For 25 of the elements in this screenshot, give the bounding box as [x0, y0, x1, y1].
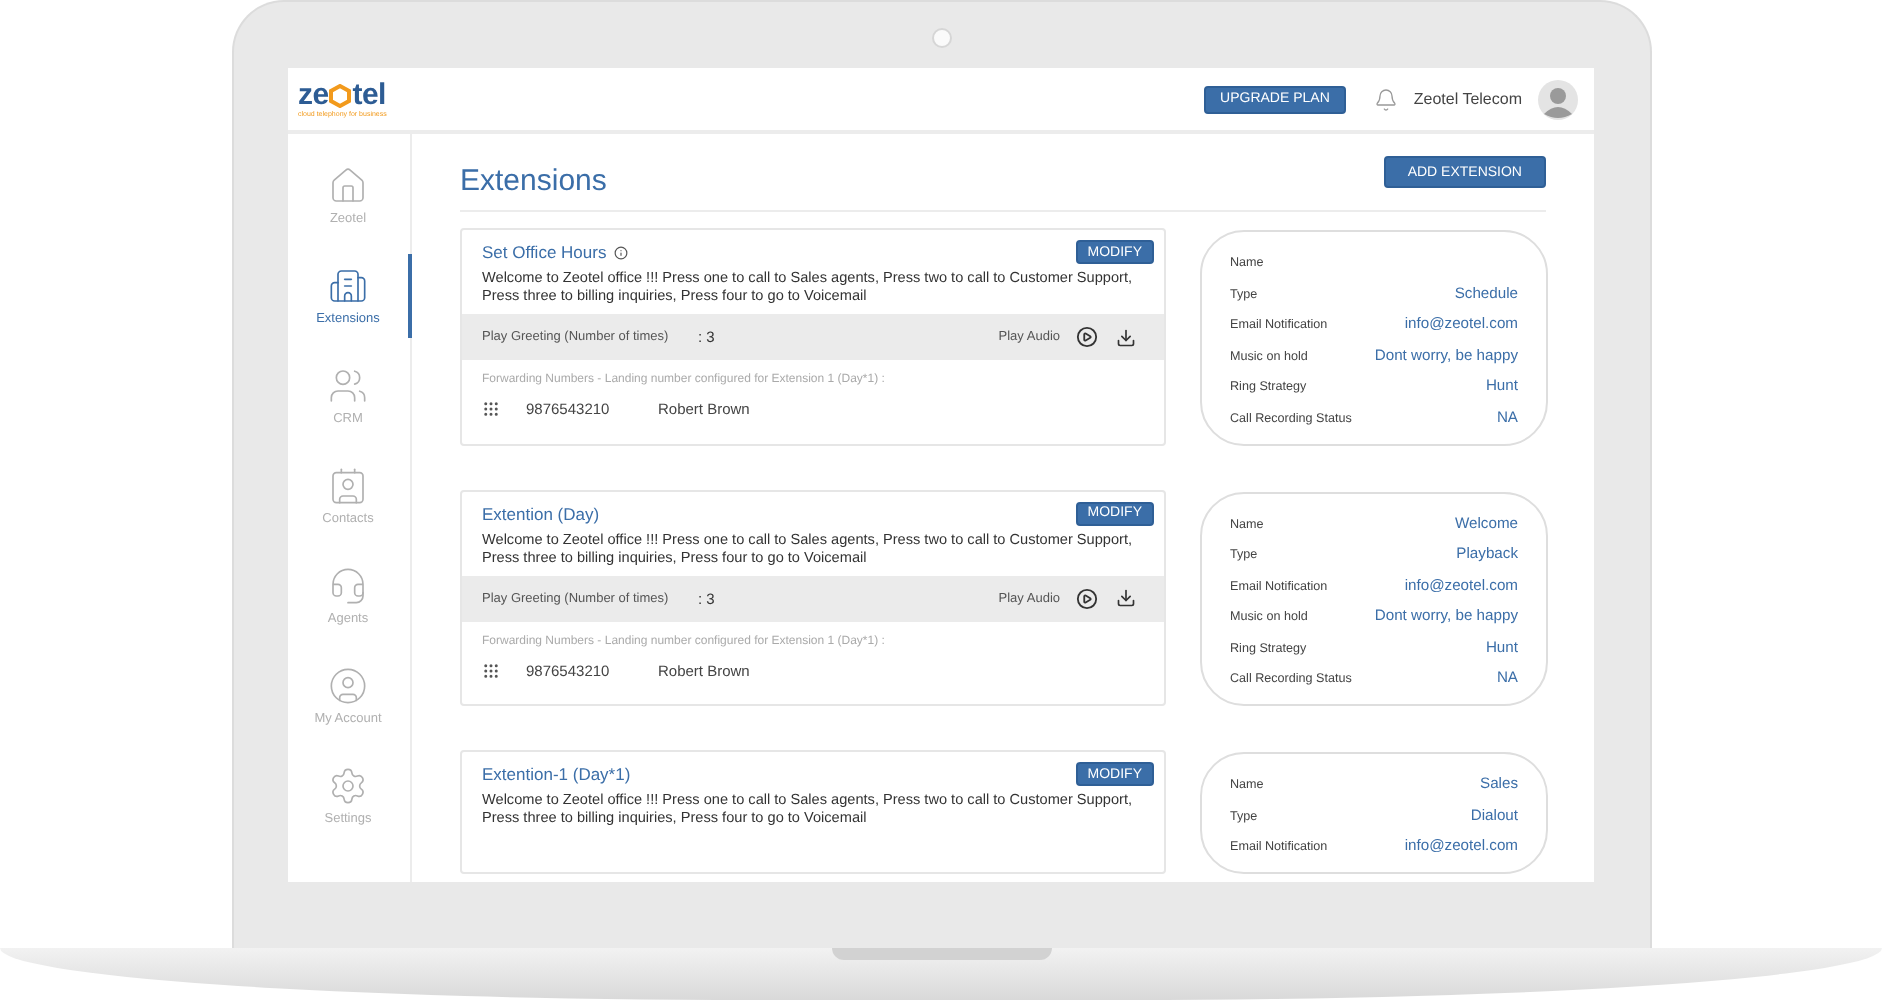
grip-icon[interactable]	[482, 661, 500, 679]
play-icon[interactable]	[1076, 587, 1098, 609]
extension-title: Extention-1 (Day*1)	[482, 764, 631, 784]
ring-logo-icon	[328, 83, 353, 107]
extension-title: Set Office Hours	[482, 242, 607, 262]
camera-icon	[931, 28, 951, 48]
info-icon[interactable]	[614, 245, 629, 259]
page-title: Extensions	[460, 163, 607, 197]
account-icon	[328, 666, 368, 706]
agents-icon	[328, 566, 368, 606]
logo-text: tel	[352, 80, 386, 110]
settings-icon	[328, 766, 368, 806]
play-icon[interactable]	[1076, 326, 1098, 348]
download-icon[interactable]	[1116, 327, 1136, 347]
extension-title: Extention (Day)	[482, 503, 600, 523]
download-icon[interactable]	[1116, 588, 1136, 608]
logo-text: ze	[298, 80, 329, 110]
home-icon	[328, 166, 368, 206]
extensions-icon	[328, 266, 368, 306]
contacts-icon	[328, 466, 368, 506]
notification-icon[interactable]	[1373, 87, 1398, 111]
user-name: Zeotel Telecom	[1413, 90, 1522, 108]
crm-icon	[328, 366, 368, 406]
grip-icon[interactable]	[482, 400, 500, 418]
avatar-icon[interactable]	[1538, 79, 1578, 119]
